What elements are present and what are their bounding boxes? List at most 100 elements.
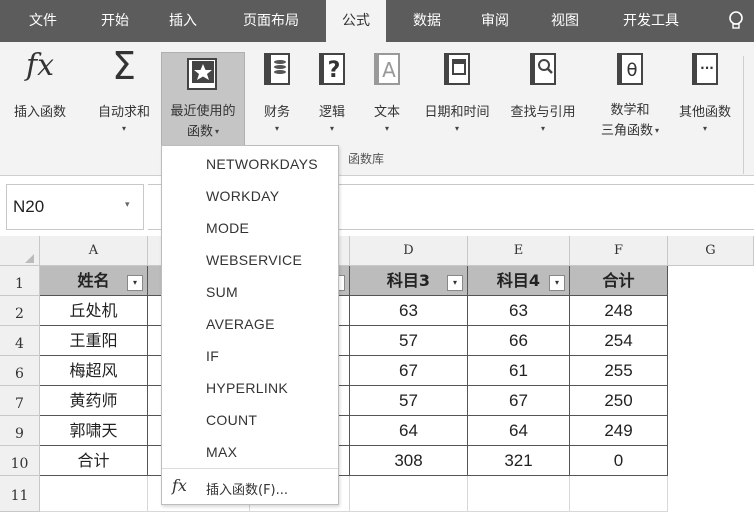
datetime-label: 日期和时间 — [424, 105, 490, 120]
table-cell[interactable]: 64 — [350, 416, 468, 446]
table-cell[interactable]: 王重阳 — [40, 326, 148, 356]
theta-book-icon: θ — [615, 52, 645, 90]
recent-functions-button[interactable]: 最近使用的 函数 ▾ — [161, 52, 245, 148]
svg-text:?: ? — [328, 58, 341, 83]
menu-item-hyperlink[interactable]: HYPERLINK — [206, 380, 288, 396]
tab-developer[interactable]: 开发工具 — [610, 0, 692, 42]
menu-item-insert-function[interactable]: 插入函数(F)... — [206, 479, 288, 498]
tab-data[interactable]: 数据 — [402, 0, 452, 42]
table-header-cell[interactable]: 科目4 ▾ — [468, 266, 570, 296]
math-trig-label-2: 三角函数 ▾ — [588, 122, 672, 141]
menu-item-webservice[interactable]: WEBSERVICE — [206, 252, 302, 268]
header-d-text: 科目3 — [386, 271, 431, 290]
row-header[interactable]: 1 — [0, 266, 40, 296]
calendar-book-icon — [442, 52, 472, 90]
table-cell[interactable]: 梅超风 — [40, 356, 148, 386]
table-cell[interactable]: 66 — [468, 326, 570, 356]
autosum-button[interactable]: Σ 自动求和 ▾ — [88, 42, 160, 152]
table-cell[interactable]: 254 — [570, 326, 668, 356]
column-header-g[interactable]: G — [668, 236, 754, 266]
menu-item-average[interactable]: AVERAGE — [206, 316, 275, 332]
table-cell[interactable]: 63 — [350, 296, 468, 326]
worksheet-grid: A B C D E F G 1 姓名▾ ▾ 科目3▾ 科目4▾ 合计 2 丘处机… — [0, 236, 754, 512]
menu-item-networkdays[interactable]: NETWORKDAYS — [206, 156, 318, 172]
select-all-corner[interactable] — [0, 236, 40, 266]
table-header-cell[interactable]: 科目3 ▾ — [350, 266, 468, 296]
table-cell[interactable]: 丘处机 — [40, 296, 148, 326]
table-cell[interactable]: 321 — [468, 446, 570, 476]
table-header-cell[interactable]: 姓名 ▾ — [40, 266, 148, 296]
table-header-cell[interactable]: 合计 — [570, 266, 668, 296]
chevron-down-icon[interactable]: ▾ — [125, 200, 130, 210]
more-functions-button[interactable]: ··· 其他函数 ▾ — [672, 42, 738, 152]
insert-function-button[interactable]: fx 插入函数 — [4, 42, 76, 152]
table-cell[interactable]: 255 — [570, 356, 668, 386]
row-header[interactable]: 4 — [0, 326, 40, 356]
name-box[interactable]: N20 ▾ — [6, 184, 144, 230]
table-cell[interactable]: 黄药师 — [40, 386, 148, 416]
row-header[interactable]: 6 — [0, 356, 40, 386]
header-name-text: 姓名 — [77, 271, 110, 290]
recent-functions-label-line2: 函数 — [186, 124, 213, 140]
table-cell[interactable]: 248 — [570, 296, 668, 326]
tab-view[interactable]: 视图 — [540, 0, 590, 42]
tab-formulas[interactable]: 公式 — [326, 0, 386, 42]
table-cell[interactable]: 0 — [570, 446, 668, 476]
menu-item-count[interactable]: COUNT — [206, 412, 257, 428]
table-cell[interactable] — [468, 476, 570, 512]
logical-button[interactable]: ? 逻辑 ▾ — [308, 42, 356, 152]
lookup-reference-button[interactable]: 查找与引用 ▾ — [500, 42, 586, 152]
table-cell[interactable]: 合计 — [40, 446, 148, 476]
column-header-a[interactable]: A — [40, 236, 148, 266]
text-functions-button[interactable]: A 文本 ▾ — [364, 42, 410, 152]
tab-file[interactable]: 文件 — [18, 0, 68, 42]
chevron-down-icon: ▾ — [329, 124, 334, 133]
datetime-button[interactable]: 日期和时间 ▾ — [414, 42, 500, 152]
table-cell[interactable]: 63 — [468, 296, 570, 326]
menu-item-sum[interactable]: SUM — [206, 284, 238, 300]
table-cell[interactable]: 郭啸天 — [40, 416, 148, 446]
tab-home[interactable]: 开始 — [90, 0, 140, 42]
more-book-icon: ··· — [690, 52, 720, 90]
row-header[interactable]: 9 — [0, 416, 40, 446]
filter-dropdown-icon: ▾ — [549, 275, 565, 291]
table-cell[interactable] — [350, 476, 468, 512]
row-header[interactable]: 7 — [0, 386, 40, 416]
recent-functions-menu: NETWORKDAYS WORKDAY MODE WEBSERVICE SUM … — [161, 145, 339, 505]
tab-page-layout[interactable]: 页面布局 — [228, 0, 314, 42]
math-trig-button[interactable]: θ 数学和 三角函数 ▾ — [588, 42, 672, 152]
table-cell[interactable]: 250 — [570, 386, 668, 416]
table-cell[interactable]: 61 — [468, 356, 570, 386]
recent-functions-label-2: 函数 ▾ — [162, 123, 244, 142]
column-header-d[interactable]: D — [350, 236, 468, 266]
tab-review[interactable]: 审阅 — [470, 0, 520, 42]
sigma-icon: Σ — [111, 44, 137, 88]
table-cell[interactable]: 57 — [350, 326, 468, 356]
chevron-down-icon: ▾ — [454, 124, 459, 133]
financial-button[interactable]: 财务 ▾ — [252, 42, 302, 152]
row-header[interactable]: 2 — [0, 296, 40, 326]
row-header[interactable]: 11 — [0, 476, 40, 512]
search-book-icon — [528, 52, 558, 90]
table-cell[interactable]: 308 — [350, 446, 468, 476]
menu-item-max[interactable]: MAX — [206, 444, 237, 460]
table-cell[interactable] — [570, 476, 668, 512]
table-cell[interactable] — [40, 476, 148, 512]
row-header[interactable]: 10 — [0, 446, 40, 476]
menu-item-if[interactable]: IF — [206, 348, 219, 364]
menu-item-workday[interactable]: WORKDAY — [206, 188, 279, 204]
table-cell[interactable]: 67 — [350, 356, 468, 386]
filter-dropdown-icon: ▾ — [127, 275, 143, 291]
table-cell[interactable]: 67 — [468, 386, 570, 416]
table-cell[interactable]: 64 — [468, 416, 570, 446]
lightbulb-icon[interactable] — [726, 10, 746, 30]
column-header-e[interactable]: E — [468, 236, 570, 266]
star-book-icon — [186, 57, 220, 95]
tab-insert[interactable]: 插入 — [158, 0, 208, 42]
column-header-f[interactable]: F — [570, 236, 668, 266]
menu-item-mode[interactable]: MODE — [206, 220, 249, 236]
chevron-down-icon: ▾ — [702, 124, 707, 133]
money-book-icon — [262, 52, 292, 90]
table-cell[interactable]: 57 — [350, 386, 468, 416]
table-cell[interactable]: 249 — [570, 416, 668, 446]
